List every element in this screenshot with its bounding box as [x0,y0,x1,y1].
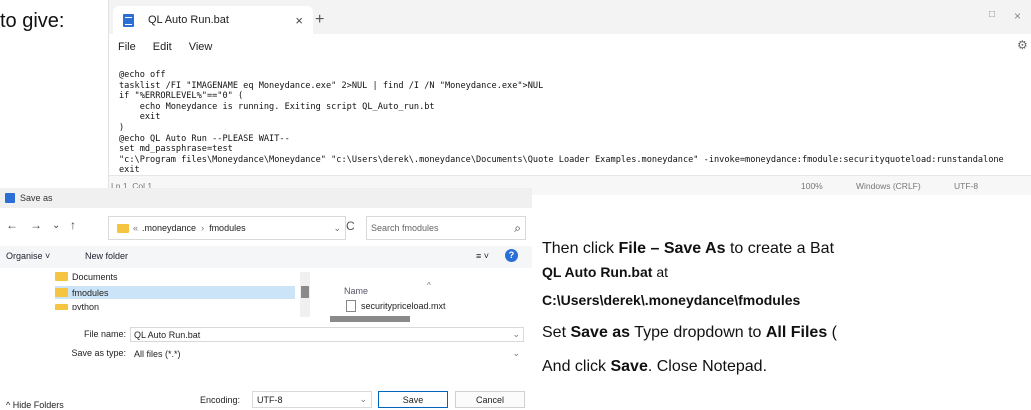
cancel-button[interactable]: Cancel [455,391,525,408]
up-arrow-icon[interactable]: ↑ [70,218,76,232]
save-as-dialog: Save as ← → ⌄ ↑ « .moneydance › fmodules… [0,188,532,408]
notepad-window: QL Auto Run.bat × + □ × File Edit View ⚙… [108,0,1031,195]
file-item[interactable]: securitypriceload.mxt [346,300,446,312]
address-bar[interactable]: « .moneydance › fmodules ⌄ [108,216,346,240]
search-input[interactable]: Search fmodules ⌕ [366,216,526,240]
recent-locations-icon[interactable]: ⌄ [52,220,60,231]
search-icon: ⌕ [514,220,521,235]
folder-icon [55,304,68,310]
instruction-bold: File – Save As [618,240,726,257]
instruction-text: at [652,264,669,280]
save-type-dropdown-icon[interactable]: ⌄ [512,348,520,359]
hide-folders-button[interactable]: ^ Hide Folders [6,400,64,410]
file-list-hscroll-thumb[interactable] [330,316,410,322]
tree-item-label: python [72,302,100,310]
dialog-title-bar: Save as [0,188,532,208]
save-type-select[interactable]: All files (*.*) ⌄ [130,346,524,361]
dialog-toolbar: Organise ˅ New folder ≡ ˅ [0,246,532,268]
status-zoom: 100% [801,181,823,191]
notepad-file-icon [123,13,134,27]
instruction-bold: C:\Users\derek\.moneydance\fmodules [542,292,801,308]
address-segment-moneydance[interactable]: .moneydance [142,223,196,233]
help-icon[interactable]: ? [505,249,518,262]
address-dropdown-icon[interactable]: ⌄ [333,223,341,234]
status-encoding: UTF-8 [954,181,979,191]
notepad-tab-title: QL Auto Run.bat [148,14,229,26]
instruction-text: Then click [542,240,619,257]
address-segment-fmodules[interactable]: fmodules [209,223,246,233]
tree-item-label: Documents [72,271,118,282]
address-separator-icon: › [201,223,205,233]
menu-edit[interactable]: Edit [153,36,172,58]
file-name-dropdown-icon[interactable]: ⌄ [512,329,520,340]
file-name-value: QL Auto Run.bat [134,329,201,340]
save-type-label: Save as type: [71,348,126,358]
instruction-line-3: C:\Users\derek\.moneydance\fmodules [542,292,800,308]
save-type-value: All files (*.*) [134,348,181,359]
file-name-label: File name: [83,329,126,339]
notepad-menu-bar: File Edit View [109,36,1031,58]
instruction-text: to create a Bat [725,240,835,257]
instruction-bold: Save as [570,324,631,341]
file-name: securitypriceload.mxt [361,301,446,311]
instruction-line-1: Then click File – Save As to create a Ba… [542,240,834,258]
view-options-icon[interactable]: ≡ ˅ [476,251,489,261]
organise-button[interactable]: Organise ˅ [6,251,50,261]
instruction-text: And click [542,358,611,375]
encoding-value: UTF-8 [257,394,283,405]
search-placeholder: Search fmodules [371,223,439,233]
back-arrow-icon[interactable]: ← [6,218,18,232]
instruction-bold: QL Auto Run.bat [542,264,653,280]
notepad-tab[interactable]: QL Auto Run.bat × [113,6,313,34]
instruction-line-4: Set Save as Type dropdown to All Files ( [542,324,837,342]
tree-item-fmodules[interactable]: fmodules [55,286,295,299]
tree-item-python[interactable]: python [55,302,295,310]
doc-intro-text: to give: [0,10,65,32]
tree-item-documents[interactable]: Documents [55,270,295,283]
file-name-input[interactable]: QL Auto Run.bat ⌄ [130,327,524,342]
instruction-text: ( [827,324,838,341]
dialog-title: Save as [20,193,53,203]
instruction-line-5: And click Save. Close Notepad. [542,358,767,376]
instruction-text: Type dropdown to [630,324,766,341]
tab-close-icon[interactable]: × [295,13,303,28]
forward-arrow-icon[interactable]: → [30,218,42,232]
column-header-name[interactable]: Name [344,286,368,296]
save-button[interactable]: Save [378,391,448,408]
folder-icon [55,288,68,297]
tree-item-label: fmodules [72,287,109,298]
maximize-icon[interactable]: □ [989,9,995,20]
status-line-ending: Windows (CRLF) [856,181,921,191]
address-overflow[interactable]: « [133,223,138,233]
instruction-text: . Close Notepad. [647,358,768,375]
instruction-text: Set [542,324,571,341]
encoding-select[interactable]: UTF-8 ⌄ [252,391,372,408]
folder-icon [117,223,129,233]
encoding-label: Encoding: [200,395,241,405]
sort-indicator-icon: ^ [427,281,431,290]
menu-file[interactable]: File [118,36,136,58]
instruction-bold: Save [610,358,648,375]
settings-gear-icon[interactable]: ⚙ [1017,38,1028,52]
new-folder-button[interactable]: New folder [85,251,128,261]
menu-view[interactable]: View [189,36,213,58]
notepad-app-icon [5,193,15,203]
notepad-text-area[interactable]: @echo off tasklist /FI "IMAGENAME eq Mon… [119,70,1004,176]
refresh-icon[interactable]: C [346,219,355,233]
instruction-line-2: QL Auto Run.bat at [542,264,668,280]
folder-icon [55,272,68,281]
instruction-bold: All Files [765,324,828,341]
encoding-dropdown-icon: ⌄ [359,394,367,404]
file-icon [346,300,356,312]
window-close-icon[interactable]: × [1014,9,1021,23]
new-tab-icon[interactable]: + [315,11,324,29]
tree-scrollbar-thumb[interactable] [301,286,309,298]
